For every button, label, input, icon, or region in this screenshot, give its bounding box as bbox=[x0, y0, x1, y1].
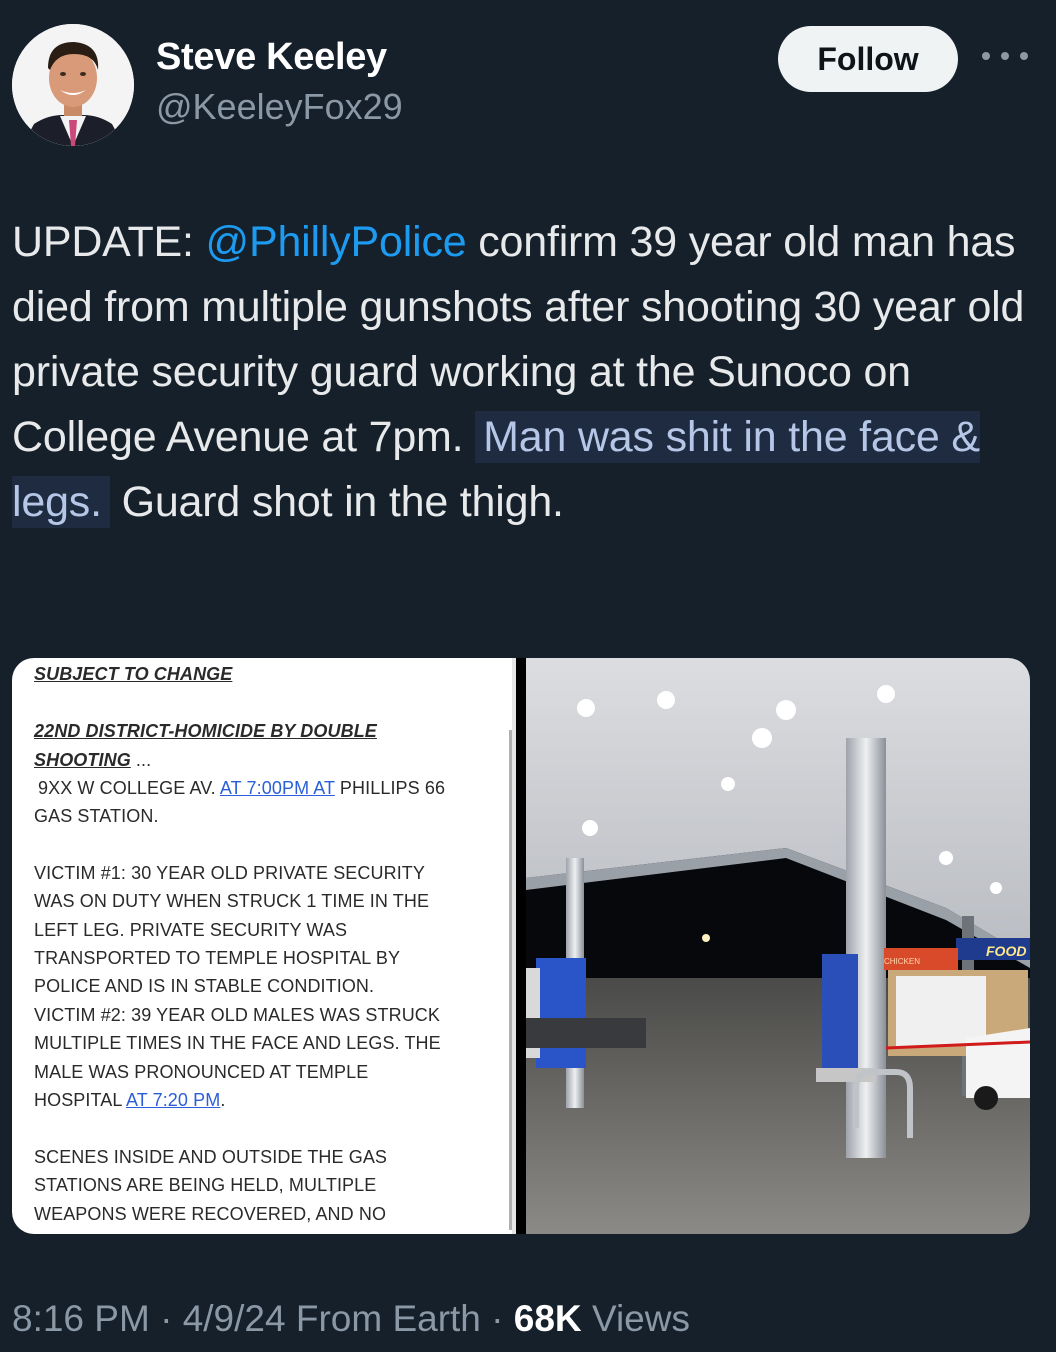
doc-scene-line: STATIONS ARE BEING HELD, MULTIPLE bbox=[34, 1175, 377, 1195]
doc-edge bbox=[512, 658, 516, 1234]
svg-text:FOOD: FOOD bbox=[986, 943, 1026, 959]
doc-victim-line: VICTIM #2: 39 YEAR OLD MALES WAS STRUCK bbox=[34, 1005, 441, 1025]
doc-victim-line: WAS ON DUTY WHEN STRUCK 1 TIME IN THE bbox=[34, 891, 430, 911]
media-grid: SUBJECT TO CHANGE 22ND DISTRICT-HOMICIDE… bbox=[12, 658, 1030, 1234]
tweet-metadata: 8:16 PM · 4/9/24 From Earth · 68K Views bbox=[12, 1298, 690, 1339]
tweet-header: Steve Keeley @KeeleyFox29 Follow bbox=[0, 0, 1056, 160]
views-count[interactable]: 68K bbox=[514, 1298, 582, 1339]
tweet-body-2: Guard shot in the thigh. bbox=[109, 478, 564, 526]
follow-button[interactable]: Follow bbox=[778, 26, 958, 92]
tweet-source: From Earth bbox=[285, 1298, 481, 1339]
doc-scene-line: SCENES INSIDE AND OUTSIDE THE GAS bbox=[34, 1147, 388, 1167]
doc-victim-line: TRANSPORTED TO TEMPLE HOSPITAL BY bbox=[34, 948, 401, 968]
police-report-image[interactable]: SUBJECT TO CHANGE 22ND DISTRICT-HOMICIDE… bbox=[12, 658, 516, 1234]
doc-title-line-2: SHOOTING ... bbox=[34, 750, 152, 770]
doc-victim-line: MALE WAS PRONOUNCED AT TEMPLE bbox=[34, 1062, 369, 1082]
doc-time-link: AT 7:00PM AT bbox=[219, 778, 335, 798]
avatar[interactable] bbox=[12, 24, 134, 146]
mention-link[interactable]: @PhillyPolice bbox=[206, 218, 467, 266]
author-name[interactable]: Steve Keeley bbox=[156, 36, 387, 79]
tweet-prefix: UPDATE: bbox=[12, 218, 206, 266]
author-handle[interactable]: @KeeleyFox29 bbox=[156, 86, 403, 128]
doc-subject: SUBJECT TO CHANGE bbox=[34, 664, 233, 684]
tweet-date[interactable]: 4/9/24 bbox=[183, 1298, 286, 1339]
doc-victim-line: POLICE AND IS IN STABLE CONDITION. bbox=[34, 976, 375, 996]
doc-scene-line: WEAPONS WERE RECOVERED, AND NO bbox=[34, 1204, 387, 1224]
avatar-portrait-icon bbox=[12, 24, 134, 146]
doc-title-line-1: 22ND DISTRICT-HOMICIDE BY DOUBLE bbox=[34, 721, 377, 741]
doc-address-line: 9XX W COLLEGE AV. AT 7:00PM AT PHILLIPS … bbox=[38, 778, 446, 798]
doc-victim-line: LEFT LEG. PRIVATE SECURITY WAS bbox=[34, 920, 348, 940]
doc-address-line-2: GAS STATION. bbox=[34, 806, 159, 826]
doc-victim-line: MULTIPLE TIMES IN THE FACE AND LEGS. THE bbox=[34, 1033, 441, 1053]
doc-scrollbar bbox=[509, 730, 512, 1230]
svg-text:CHICKEN: CHICKEN bbox=[884, 957, 920, 966]
gas-station-photo[interactable]: FOOD CHICKEN bbox=[526, 658, 1030, 1234]
more-options-icon[interactable] bbox=[982, 44, 1028, 68]
doc-victim-line: VICTIM #1: 30 YEAR OLD PRIVATE SECURITY bbox=[34, 863, 426, 883]
doc-time-link: AT 7:20 PM bbox=[125, 1090, 221, 1110]
tweet-text: UPDATE: @PhillyPolice confirm 39 year ol… bbox=[12, 210, 1032, 535]
gas-station-scene-icon: FOOD CHICKEN bbox=[526, 658, 1030, 1234]
tweet-time[interactable]: 8:16 PM bbox=[12, 1298, 150, 1339]
views-label: Views bbox=[581, 1298, 690, 1339]
doc-hospital-line: HOSPITAL AT 7:20 PM. bbox=[34, 1090, 226, 1110]
